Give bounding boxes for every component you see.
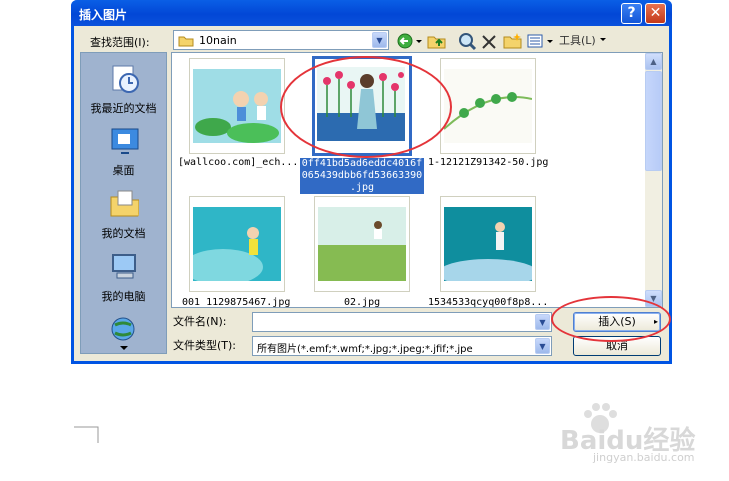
- close-button[interactable]: ✕: [645, 3, 666, 24]
- delete-button[interactable]: [481, 31, 497, 51]
- my-computer-icon: [111, 254, 136, 279]
- recent-docs-icon: [112, 65, 139, 93]
- scroll-thumb[interactable]: [645, 71, 662, 171]
- cancel-button[interactable]: 取消: [573, 336, 661, 356]
- file-thumbnail[interactable]: [189, 196, 285, 292]
- cancel-button-label: 取消: [606, 339, 628, 352]
- vertical-scrollbar[interactable]: ▲ ▼: [645, 53, 662, 307]
- new-folder-icon: [503, 33, 522, 49]
- back-icon: [397, 33, 422, 49]
- desktop-icon: [111, 128, 138, 154]
- filetype-label: 文件类型(T):: [173, 339, 237, 352]
- file-name: 001_1129875467.jpg: [182, 297, 291, 308]
- up-folder-icon: [427, 36, 446, 49]
- file-thumbnail[interactable]: [440, 58, 536, 154]
- search-web-button[interactable]: [457, 31, 477, 51]
- lookin-value: 10nain: [199, 34, 237, 47]
- scroll-down-icon[interactable]: [119, 344, 129, 352]
- file-thumbnail[interactable]: [189, 58, 285, 154]
- file-name-line: 065439dbb6fd53663390: [301, 170, 423, 181]
- up-folder-button[interactable]: [427, 31, 447, 51]
- green-girl-thumbnail-image: [193, 207, 281, 281]
- dialog-title: 插入图片: [79, 8, 128, 22]
- network-icon: [111, 317, 134, 341]
- file-name: 02.jpg: [344, 297, 381, 308]
- chevron-down-icon[interactable]: ▼: [535, 338, 550, 354]
- corner-mark-icon: [74, 426, 99, 443]
- wallpaper-thumbnail-image: [193, 69, 281, 143]
- place-label: 我最近的文档: [90, 102, 157, 115]
- back-button[interactable]: [397, 31, 423, 51]
- help-button[interactable]: ?: [621, 3, 642, 24]
- insert-button-label: 插入(S): [598, 315, 636, 328]
- split-arrow-icon[interactable]: ▸: [654, 313, 658, 331]
- tools-label: 工具(L): [559, 34, 596, 47]
- tools-menu[interactable]: 工具(L): [559, 31, 607, 51]
- file-name: 1534533qcyq00f8p8...: [428, 297, 549, 308]
- scroll-down-icon[interactable]: ▼: [645, 290, 662, 307]
- filename-combo[interactable]: ▼: [252, 312, 552, 332]
- chevron-down-icon[interactable]: ▼: [372, 32, 387, 48]
- place-label: 我的电脑: [101, 290, 146, 303]
- delete-icon: [482, 35, 496, 49]
- filename-label: 文件名(N):: [173, 315, 227, 328]
- file-name-selected: 0ff41bd5ad6eddc4016f 065439dbb6fd5366339…: [300, 158, 424, 194]
- clover-thumbnail-image: [444, 69, 532, 143]
- search-icon: [459, 33, 477, 51]
- folder-icon: [178, 36, 194, 47]
- file-name-line: .jpg: [349, 182, 375, 193]
- place-my-documents[interactable]: 我的文档: [81, 188, 166, 241]
- places-bar: 我最近的文档 桌面 我的文档 我的电脑: [80, 52, 167, 354]
- file-name: [wallcoo.com]_ech...: [178, 157, 299, 168]
- place-desktop[interactable]: 桌面: [81, 125, 166, 178]
- insert-button[interactable]: 插入(S) ▸: [573, 312, 661, 332]
- title-bar[interactable]: 插入图片 ? ✕: [71, 0, 672, 26]
- chevron-down-icon: [600, 38, 607, 41]
- place-label: 桌面: [112, 164, 135, 177]
- my-documents-icon: [110, 190, 139, 217]
- file-name: 1-12121Z91342-50.jpg: [428, 157, 549, 168]
- place-label: 我的文档: [101, 227, 146, 240]
- views-icon: [527, 34, 553, 48]
- chevron-down-icon[interactable]: ▼: [535, 314, 550, 330]
- girl-flowers-thumbnail-image: [317, 67, 405, 141]
- watermark-url: jingyan.baidu.com: [593, 451, 695, 464]
- lookin-label: 查找范围(I):: [90, 36, 150, 49]
- file-thumbnail[interactable]: [440, 196, 536, 292]
- scroll-up-icon[interactable]: ▲: [645, 53, 662, 70]
- blue-girl-thumbnail-image: [444, 207, 532, 281]
- views-button[interactable]: [527, 31, 555, 51]
- new-folder-button[interactable]: [503, 31, 523, 51]
- field-thumbnail-image: [318, 207, 406, 281]
- filetype-combo[interactable]: 所有图片(*.emf;*.wmf;*.jpg;*.jpeg;*.jfif;*.j…: [252, 336, 552, 356]
- file-name-line: 0ff41bd5ad6eddc4016f: [301, 158, 423, 169]
- place-recent[interactable]: 我最近的文档: [81, 63, 166, 116]
- lookin-combo[interactable]: 10nain ▼: [173, 30, 389, 50]
- filetype-value: 所有图片(*.emf;*.wmf;*.jpg;*.jpeg;*.jfif;*.j…: [257, 344, 473, 355]
- file-list-view[interactable]: [wallcoo.com]_ech... 0ff41bd5ad6eddc4016…: [171, 52, 663, 308]
- place-my-computer[interactable]: 我的电脑: [81, 251, 166, 304]
- file-thumbnail-selected[interactable]: [312, 56, 412, 156]
- file-thumbnail[interactable]: [314, 196, 410, 292]
